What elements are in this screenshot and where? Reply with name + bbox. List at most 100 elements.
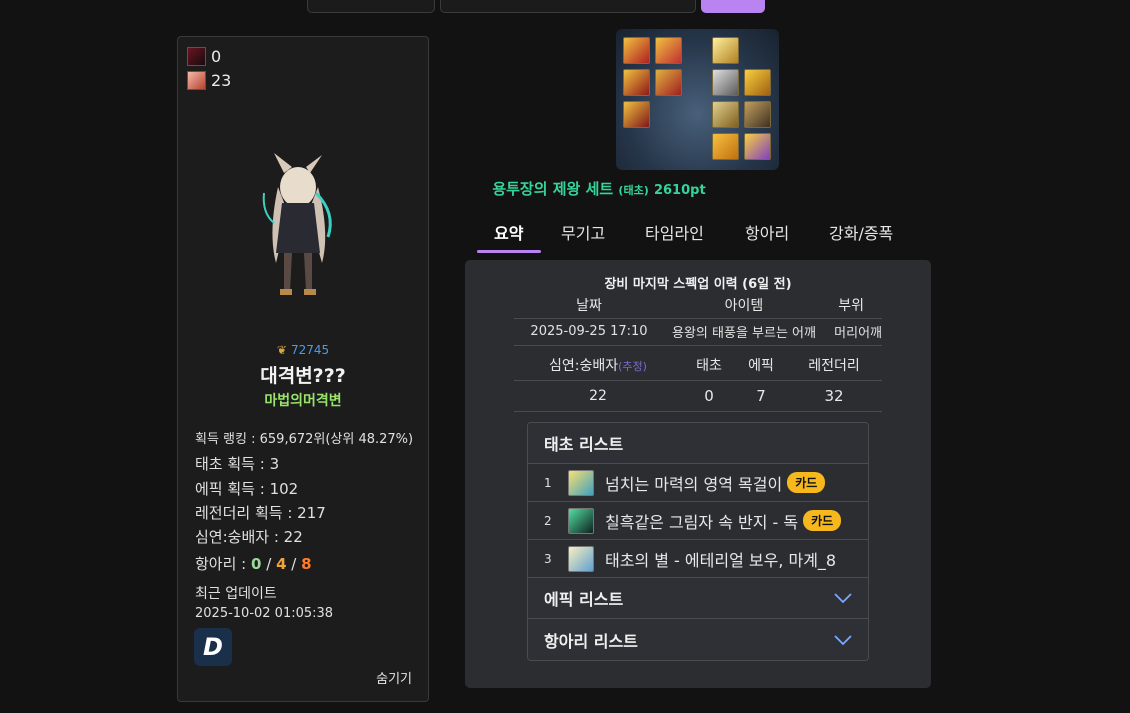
character-class: 마법의머격변 [264, 393, 342, 409]
mini-stat-value: 23 [211, 71, 232, 90]
hide-button[interactable]: 숨기기 [376, 668, 412, 687]
equipment-slot-icon [655, 37, 682, 64]
mini-stat-1: 0 [187, 47, 221, 66]
estimate-note: (추정) [618, 360, 647, 374]
item-name: 넘치는 마력의 영역 목걸이 [605, 474, 783, 494]
hangari-label: 항아리 : [195, 555, 251, 573]
item-name: 태초의 별 - 에테리얼 보우, 마계_8 [605, 550, 837, 570]
tab-hangari[interactable]: 항아리 [745, 220, 789, 244]
list-item[interactable]: 2 칠흑같은 그림자 속 반지 - 독 카드 [528, 502, 868, 540]
column-header-item: 아이템 [664, 293, 824, 319]
item-name: 칠흑같은 그림자 속 반지 - 독 [605, 512, 799, 532]
dark-item-icon [187, 47, 206, 66]
table-header-row: 심연:숭배자(추정) 태초 에픽 레전더리 [514, 351, 882, 381]
list-item[interactable]: 1 넘치는 마력의 영역 목걸이 카드 [528, 464, 868, 502]
hangari-list-header[interactable]: 항아리 리스트 [528, 619, 868, 660]
equipment-slot-icon [712, 133, 739, 160]
column-header-slot: 부위 [824, 293, 882, 319]
hangari-list-title: 항아리 리스트 [544, 631, 638, 651]
legend-count-line: 레전더리 획득 : 217 [195, 502, 326, 523]
epic-count-line: 에픽 획득 : 102 [195, 478, 298, 499]
mini-stat-value: 0 [211, 47, 222, 66]
hangari-value-green: 0 [251, 555, 262, 573]
equipment-set-image [616, 29, 779, 170]
fame-value: 72745 [290, 343, 330, 357]
history-slot: 머리어깨 [824, 318, 882, 346]
bow-icon [568, 545, 594, 572]
equipment-slot-icon [655, 69, 682, 96]
equipment-slot-icon [623, 69, 650, 96]
equipment-slot-icon [712, 101, 739, 128]
legend-label: 레전더리 획득 : [195, 504, 298, 522]
epic-list-title: 에픽 리스트 [544, 590, 624, 609]
chevron-down-icon [834, 634, 852, 645]
set-title: 용투장의 제왕 세트 (태초) 2610pt [0, 178, 1130, 199]
search-button[interactable] [701, 0, 765, 13]
spec-history-title: 장비 마지막 스펙업 이력 (6일 전) [604, 277, 792, 292]
simyeon-count-line: 심연:숭배자 : 22 [195, 526, 303, 547]
table-header-row: 날짜 아이템 부위 [514, 293, 882, 319]
fame-row: ❦ 72745 [178, 343, 428, 357]
set-points: 2610pt [653, 183, 706, 198]
fame-icon: ❦ [276, 343, 287, 357]
item-index: 3 [544, 551, 552, 566]
update-label: 최근 업데이트 [195, 586, 277, 602]
simyeon-label: 심연:숭배자 : [195, 528, 284, 546]
set-name: 용투장의 제왕 세트 [492, 180, 614, 198]
set-grade: (태초) [618, 184, 649, 197]
epic-label: 에픽 획득 : [195, 480, 270, 498]
item-index: 2 [544, 513, 552, 528]
dnf-logo-button[interactable]: D [194, 628, 232, 666]
tab-summary[interactable]: 요약 [494, 220, 523, 244]
legend-value: 217 [297, 504, 326, 522]
mini-stat-2: 23 [187, 71, 231, 90]
rank-line: 획득 랭킹 : 659,672위(상위 48.27%) [195, 428, 413, 447]
card-badge: 카드 [803, 510, 842, 531]
column-header-taecho: 태초 [682, 351, 736, 381]
count-taecho: 0 [682, 380, 736, 412]
rank-label: 획득 랭킹 : [195, 432, 260, 447]
necklace-icon [568, 469, 594, 496]
history-date: 2025-09-25 17:10 [514, 318, 664, 346]
dnf-logo-letter: D [203, 633, 223, 661]
table-row: 2025-09-25 17:10 용왕의 태풍을 부르는 어깨 머리어깨 [514, 318, 882, 346]
search-input[interactable] [440, 0, 696, 13]
count-legend: 32 [786, 380, 882, 412]
tab-armory[interactable]: 무기고 [561, 220, 605, 244]
list-item[interactable]: 3 태초의 별 - 에테리얼 보우, 마계_8 [528, 540, 868, 578]
equipment-slot-icon [744, 133, 771, 160]
tab-timeline[interactable]: 타임라인 [645, 220, 704, 244]
character-avatar [262, 153, 332, 295]
column-header-simyeon: 심연:숭배자(추정) [514, 351, 682, 381]
hangari-value-red: 8 [301, 555, 312, 573]
character-profile-card: 0 23 ❦ 72745 대격변??? 마법의머격변 획득 랭킹 : 659,67… [177, 36, 429, 702]
chevron-down-icon [834, 593, 852, 604]
server-select[interactable] [307, 0, 435, 13]
hangari-value-orange: 4 [276, 555, 287, 573]
summary-panel: 장비 마지막 스펙업 이력 (6일 전) 날짜 아이템 부위 2025-09-2… [465, 260, 931, 688]
item-list-accordion: 태초 리스트 1 넘치는 마력의 영역 목걸이 카드 2 칠흑같은 그림자 속 … [527, 422, 869, 661]
count-simyeon: 22 [514, 380, 682, 412]
ring-icon [568, 507, 594, 534]
equipment-slot-icon [712, 69, 739, 96]
update-time: 2025-10-02 01:05:38 [195, 606, 334, 621]
history-item: 용왕의 태풍을 부르는 어깨 [664, 318, 824, 346]
equipment-slot-icon [712, 37, 739, 64]
equipment-slot-icon [744, 69, 771, 96]
taecho-list-header[interactable]: 태초 리스트 [528, 423, 868, 464]
taecho-label: 태초 획득 : [195, 455, 270, 473]
epic-list-header[interactable]: 에픽 리스트 [528, 578, 868, 619]
spec-history-table: 날짜 아이템 부위 2025-09-25 17:10 용왕의 태풍을 부르는 어… [514, 293, 882, 346]
equipment-slot-icon [623, 37, 650, 64]
count-epic: 7 [736, 380, 786, 412]
hangari-separator: / [266, 555, 272, 573]
rank-value: 659,672위(상위 48.27%) [259, 432, 414, 447]
tab-enhance[interactable]: 강화/증폭 [829, 220, 893, 244]
taecho-value: 3 [269, 455, 280, 473]
card-badge: 카드 [787, 472, 826, 493]
equipment-slot-icon [623, 101, 650, 128]
epic-value: 102 [269, 480, 299, 498]
column-header-legend: 레전더리 [786, 351, 882, 381]
character-name: 대격변??? [260, 365, 346, 387]
active-tab-indicator [477, 250, 541, 253]
